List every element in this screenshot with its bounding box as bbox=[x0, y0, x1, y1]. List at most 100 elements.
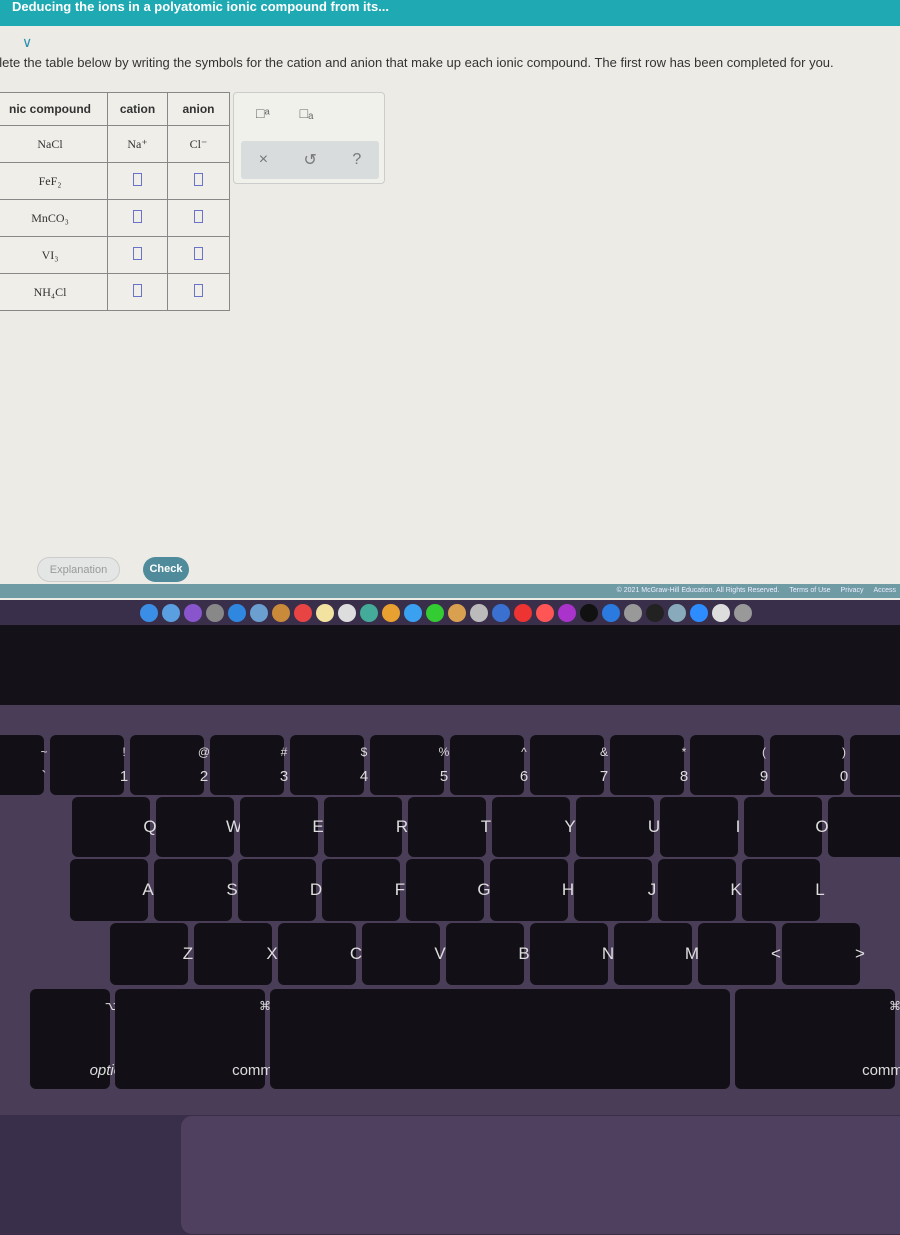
terms-link[interactable]: Terms of Use bbox=[789, 587, 830, 594]
dock-app-icon[interactable] bbox=[228, 603, 246, 622]
key-X[interactable]: X bbox=[194, 923, 278, 985]
dock-app-icon[interactable] bbox=[734, 603, 752, 622]
dock-app-icon[interactable] bbox=[316, 603, 334, 622]
dock-app-icon[interactable] bbox=[426, 603, 444, 622]
key-G[interactable]: G bbox=[406, 859, 491, 921]
dock-app-icon[interactable] bbox=[448, 603, 466, 622]
dock-app-icon[interactable] bbox=[492, 603, 510, 622]
dock-app-icon[interactable] bbox=[294, 603, 312, 622]
key-8[interactable]: * 8 bbox=[610, 735, 688, 795]
dock-app-icon[interactable] bbox=[558, 603, 576, 622]
key-U[interactable]: U bbox=[576, 797, 660, 857]
key-V[interactable]: V bbox=[362, 923, 446, 985]
dock-app-icon[interactable] bbox=[206, 603, 224, 622]
cation-cell[interactable] bbox=[107, 199, 168, 237]
anion-input[interactable] bbox=[194, 246, 203, 260]
key-I[interactable]: I bbox=[660, 797, 740, 857]
undo-button[interactable]: ↺ bbox=[304, 150, 317, 170]
dock-app-icon[interactable] bbox=[184, 603, 202, 622]
anion-cell[interactable] bbox=[167, 162, 230, 200]
help-button[interactable]: ? bbox=[352, 151, 361, 169]
key-L[interactable]: L bbox=[742, 859, 825, 921]
key-0[interactable]: ) 0 bbox=[770, 735, 848, 795]
key-`[interactable]: ~ ` bbox=[0, 735, 48, 795]
cation-input[interactable] bbox=[133, 209, 142, 223]
anion-input[interactable] bbox=[194, 209, 203, 223]
dock-app-icon[interactable] bbox=[140, 603, 158, 622]
dock-app-icon[interactable] bbox=[250, 603, 268, 622]
dock-app-icon[interactable] bbox=[712, 603, 730, 622]
dock-app-icon[interactable] bbox=[470, 603, 488, 622]
key-<[interactable]: < bbox=[698, 923, 781, 985]
key-D[interactable]: D bbox=[238, 859, 322, 921]
dock-app-icon[interactable] bbox=[602, 603, 620, 622]
key-O[interactable]: O bbox=[744, 797, 829, 857]
cation-cell[interactable] bbox=[107, 162, 168, 200]
dock-app-icon[interactable] bbox=[646, 603, 664, 622]
cation-cell[interactable] bbox=[107, 273, 168, 311]
clear-button[interactable]: × bbox=[259, 151, 268, 169]
dock-app-icon[interactable] bbox=[272, 603, 290, 622]
key-H[interactable]: H bbox=[490, 859, 574, 921]
key-B[interactable]: B bbox=[446, 923, 530, 985]
key-F[interactable]: F bbox=[322, 859, 405, 921]
key-K[interactable]: K bbox=[658, 859, 742, 921]
option-key[interactable]: ⌥ option bbox=[30, 989, 130, 1089]
cation-input[interactable] bbox=[133, 246, 142, 260]
key-W[interactable]: W bbox=[156, 797, 242, 857]
key-9[interactable]: (9 bbox=[690, 735, 768, 795]
key--[interactable]: —- bbox=[850, 735, 900, 795]
key-6[interactable]: ^ 6 bbox=[450, 735, 528, 795]
key-Y[interactable]: Y bbox=[492, 797, 576, 857]
key-Z[interactable]: Z bbox=[110, 923, 193, 985]
dock-app-icon[interactable] bbox=[162, 603, 180, 622]
key-2[interactable]: @2 bbox=[130, 735, 210, 795]
anion-input[interactable] bbox=[194, 172, 203, 186]
cation-input[interactable] bbox=[133, 283, 142, 297]
key-7[interactable]: & 7 bbox=[530, 735, 608, 795]
command-left-key[interactable]: ⌘ command bbox=[115, 989, 298, 1089]
access-link[interactable]: Access bbox=[873, 587, 896, 594]
explanation-button[interactable]: Explanation bbox=[37, 557, 120, 582]
key-Q[interactable]: Q bbox=[72, 797, 157, 857]
check-button[interactable]: Check bbox=[143, 557, 189, 582]
anion-cell[interactable] bbox=[167, 236, 230, 274]
key-A[interactable]: A bbox=[70, 859, 154, 921]
privacy-link[interactable]: Privacy bbox=[841, 587, 864, 594]
key-J[interactable]: J bbox=[574, 859, 656, 921]
dock-app-icon[interactable] bbox=[404, 603, 422, 622]
key-C[interactable]: C bbox=[278, 923, 362, 985]
chevron-down-icon[interactable]: ∨ bbox=[22, 34, 32, 51]
key-5[interactable]: % 5 bbox=[370, 735, 449, 795]
key-3[interactable]: #3 bbox=[210, 735, 288, 795]
table-row: VI₃ bbox=[0, 236, 230, 274]
key-P[interactable]: P bbox=[828, 797, 900, 857]
dock-app-icon[interactable] bbox=[690, 603, 708, 622]
anion-cell[interactable] bbox=[167, 199, 230, 237]
space-bar[interactable] bbox=[270, 989, 730, 1089]
dock-app-icon[interactable] bbox=[624, 603, 642, 622]
key-T[interactable]: T bbox=[408, 797, 491, 857]
command-right-key[interactable]: ⌘ command bbox=[735, 989, 900, 1089]
key-E[interactable]: E bbox=[240, 797, 324, 857]
dock-app-icon[interactable] bbox=[668, 603, 686, 622]
anion-cell[interactable] bbox=[167, 273, 230, 311]
dock-app-icon[interactable] bbox=[360, 603, 378, 622]
dock-app-icon[interactable] bbox=[536, 603, 554, 622]
key->[interactable]: > bbox=[782, 923, 865, 985]
superscript-button[interactable]: □ᵃ bbox=[256, 105, 270, 121]
anion-input[interactable] bbox=[194, 283, 203, 297]
key-4[interactable]: $4 bbox=[290, 735, 368, 795]
key-M[interactable]: M bbox=[614, 923, 699, 985]
key-1[interactable]: ! 1 bbox=[50, 735, 128, 795]
subscript-button[interactable]: □ₐ bbox=[300, 105, 314, 121]
cation-input[interactable] bbox=[133, 172, 142, 186]
key-N[interactable]: N bbox=[530, 923, 614, 985]
dock-app-icon[interactable] bbox=[580, 603, 598, 622]
dock-app-icon[interactable] bbox=[338, 603, 356, 622]
cation-cell[interactable] bbox=[107, 236, 168, 274]
key-R[interactable]: R bbox=[324, 797, 408, 857]
dock-app-icon[interactable] bbox=[514, 603, 532, 622]
dock-app-icon[interactable] bbox=[382, 603, 400, 622]
key-S[interactable]: S bbox=[154, 859, 238, 921]
